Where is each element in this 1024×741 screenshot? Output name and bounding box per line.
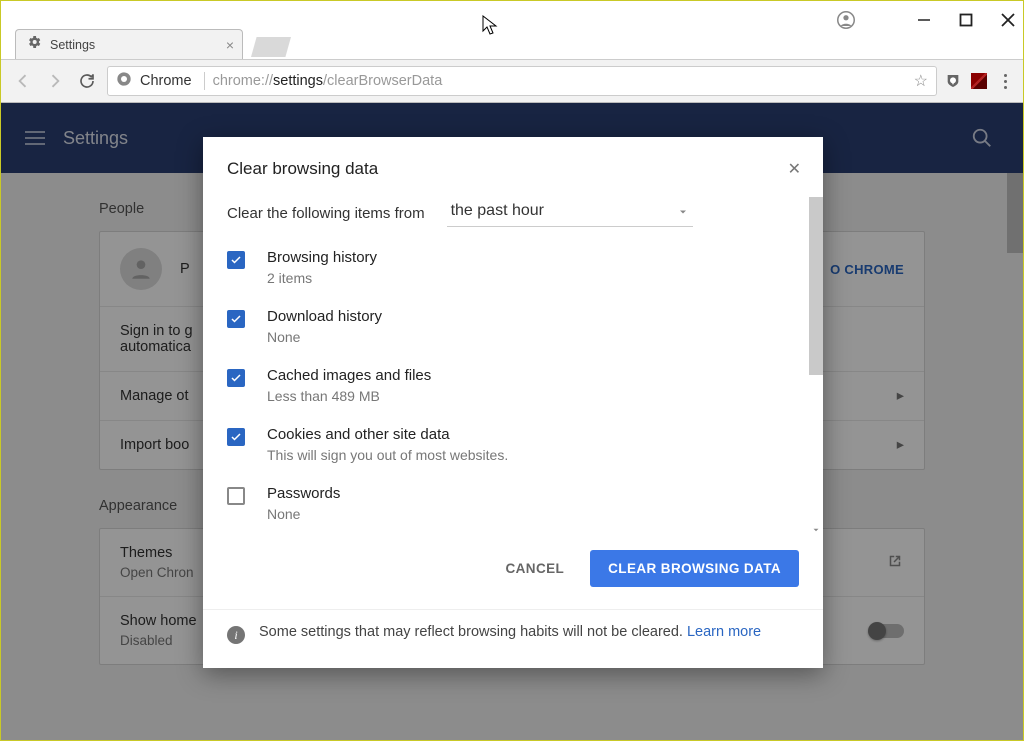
checkbox-icon[interactable] bbox=[227, 487, 245, 505]
divider bbox=[204, 72, 205, 90]
new-tab-button[interactable] bbox=[251, 37, 291, 57]
tab-close-icon[interactable]: × bbox=[226, 37, 234, 53]
chevron-down-icon bbox=[677, 205, 689, 223]
checkbox-row-cached-images[interactable]: Cached images and files Less than 489 MB bbox=[227, 367, 799, 404]
overflow-menu-icon[interactable] bbox=[997, 74, 1013, 89]
checkbox-label: Download history bbox=[267, 308, 382, 325]
chrome-label: Chrome bbox=[140, 73, 192, 89]
maximize-button[interactable] bbox=[959, 13, 973, 27]
browser-tab[interactable]: Settings × bbox=[15, 29, 243, 59]
checkbox-sub: This will sign you out of most websites. bbox=[267, 447, 508, 463]
gear-icon bbox=[26, 34, 42, 55]
reload-button[interactable] bbox=[75, 69, 99, 93]
checkbox-sub: Less than 489 MB bbox=[267, 388, 431, 404]
checkbox-icon[interactable] bbox=[227, 310, 245, 328]
time-range-select[interactable]: the past hour bbox=[447, 199, 693, 227]
close-icon[interactable]: ✕ bbox=[788, 159, 801, 179]
time-range-value: the past hour bbox=[451, 202, 544, 219]
cancel-button[interactable]: CANCEL bbox=[498, 551, 573, 586]
checkbox-label: Cookies and other site data bbox=[267, 426, 508, 443]
close-button[interactable] bbox=[1001, 13, 1015, 27]
minimize-button[interactable] bbox=[917, 13, 931, 27]
checkbox-row-cookies[interactable]: Cookies and other site data This will sig… bbox=[227, 426, 799, 463]
checkbox-row-browsing-history[interactable]: Browsing history 2 items bbox=[227, 249, 799, 286]
ublock-icon[interactable] bbox=[945, 73, 961, 89]
checkbox-icon[interactable] bbox=[227, 251, 245, 269]
checkbox-sub: 2 items bbox=[267, 270, 377, 286]
checkbox-label: Cached images and files bbox=[267, 367, 431, 384]
tab-title: Settings bbox=[50, 38, 95, 52]
url-text: chrome://settings/clearBrowserData bbox=[213, 73, 443, 89]
checkbox-sub: None bbox=[267, 506, 340, 522]
checkbox-icon[interactable] bbox=[227, 428, 245, 446]
checkbox-sub: None bbox=[267, 329, 382, 345]
dialog-scrollbar[interactable] bbox=[809, 197, 823, 537]
checkbox-icon[interactable] bbox=[227, 369, 245, 387]
checkbox-label: Browsing history bbox=[267, 249, 377, 266]
forward-button[interactable] bbox=[43, 69, 67, 93]
clear-browsing-data-button[interactable]: CLEAR BROWSING DATA bbox=[590, 550, 799, 587]
chrome-indicator-icon bbox=[116, 71, 132, 92]
profile-icon[interactable] bbox=[837, 11, 855, 34]
dialog-note-text: Some settings that may reflect browsing … bbox=[259, 624, 761, 640]
bookmark-star-icon[interactable]: ☆ bbox=[914, 71, 928, 91]
extension-icon[interactable] bbox=[971, 73, 987, 89]
scroll-down-icon[interactable] bbox=[809, 523, 823, 537]
tab-strip: Settings × bbox=[1, 25, 1023, 59]
info-icon: i bbox=[227, 626, 245, 644]
checkbox-label: Passwords bbox=[267, 485, 340, 502]
time-range-label: Clear the following items from bbox=[227, 205, 425, 222]
browser-toolbar: Chrome chrome://settings/clearBrowserDat… bbox=[1, 59, 1023, 103]
learn-more-link[interactable]: Learn more bbox=[687, 624, 761, 640]
window-titlebar bbox=[1, 1, 1023, 25]
cursor-icon bbox=[482, 15, 500, 42]
checkbox-row-download-history[interactable]: Download history None bbox=[227, 308, 799, 345]
address-bar[interactable]: Chrome chrome://settings/clearBrowserDat… bbox=[107, 66, 937, 96]
back-button[interactable] bbox=[11, 69, 35, 93]
checkbox-row-passwords[interactable]: Passwords None bbox=[227, 485, 799, 522]
clear-browsing-data-dialog: Clear browsing data ✕ Clear the followin… bbox=[203, 137, 823, 668]
dialog-title: Clear browsing data bbox=[227, 159, 378, 179]
scroll-thumb[interactable] bbox=[809, 197, 823, 375]
